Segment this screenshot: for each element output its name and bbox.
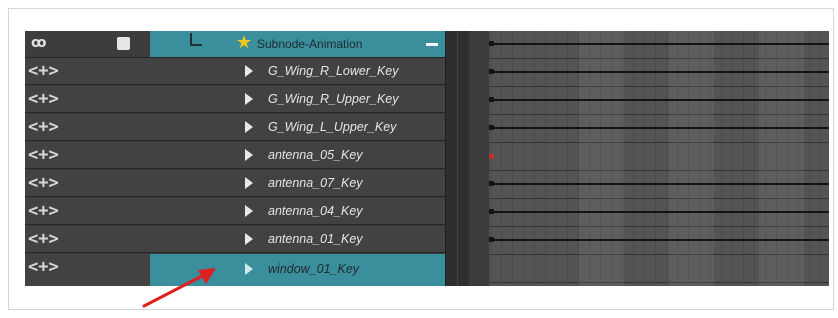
layer-row[interactable]: <+> G_Wing_L_Upper_Key [25,114,445,141]
layer-name: window_01_Key [268,262,360,276]
keyframe-track [491,183,829,185]
triangle-right-icon[interactable] [245,233,253,245]
keyframe-marker-red[interactable] [489,154,494,159]
layer-name-cell[interactable]: antenna_04_Key [150,198,445,224]
layer-nav-buttons[interactable]: <+> [28,117,59,137]
cell-shade [579,31,624,286]
layer-name: antenna_01_Key [268,232,363,246]
keyframe-track [491,71,829,73]
layer-name: G_Wing_R_Lower_Key [268,64,399,78]
splitter-line [457,31,458,286]
layer-row[interactable]: <+> antenna_01_Key [25,226,445,253]
panel-splitter[interactable] [445,31,469,286]
layer-panel: ꝏ ★ Subnode-Animation <+> G_Wing_R_Lower… [25,31,445,286]
layer-nav-buttons[interactable]: <+> [28,201,59,221]
layer-name-cell[interactable]: G_Wing_R_Upper_Key [150,86,445,112]
group-name: Subnode-Animation [257,37,363,51]
timeline-view: ꝏ ★ Subnode-Animation <+> G_Wing_R_Lower… [25,31,829,286]
layer-nav-buttons[interactable]: <+> [28,89,59,109]
triangle-right-icon[interactable] [245,65,253,77]
cell-shade [669,31,714,286]
layer-nav-buttons[interactable]: <+> [28,145,59,165]
layer-name-cell[interactable]: antenna_01_Key [150,226,445,252]
keyframe-track [491,127,829,129]
header-controls: ꝏ [25,31,150,57]
layer-name-cell[interactable]: antenna_05_Key [150,142,445,168]
layer-nav-buttons[interactable]: <+> [28,229,59,249]
layer-row[interactable]: <+> antenna_07_Key [25,170,445,197]
layer-nav-buttons[interactable]: <+> [28,173,59,193]
triangle-right-icon[interactable] [245,205,253,217]
group-header-row[interactable]: ꝏ ★ Subnode-Animation [25,31,445,58]
layer-name: antenna_07_Key [268,176,363,190]
keyframe-track [491,239,829,241]
layer-name: G_Wing_R_Upper_Key [268,92,399,106]
cell-shade [759,31,804,286]
keyframe-track [491,99,829,101]
square-toggle-icon[interactable] [117,37,130,50]
layer-nav-buttons[interactable]: <+> [28,61,59,81]
layer-nav-buttons[interactable]: <+> [28,257,59,277]
keyframe-track [491,211,829,213]
triangle-right-icon[interactable] [245,149,253,161]
minus-icon[interactable] [426,43,438,46]
group-title-cell[interactable]: ★ Subnode-Animation [150,31,445,57]
layer-name-cell[interactable]: G_Wing_R_Lower_Key [150,58,445,84]
layer-name-cell[interactable]: antenna_07_Key [150,170,445,196]
star-icon: ★ [236,32,253,53]
layer-row[interactable]: <+> G_Wing_R_Lower_Key [25,58,445,85]
keyframe-track [491,43,829,45]
first-frame-column [469,31,489,286]
layer-name-cell[interactable]: G_Wing_L_Upper_Key [150,114,445,140]
red-arrow-annotation [142,268,216,308]
triangle-right-icon[interactable] [245,93,253,105]
triangle-right-icon[interactable] [245,121,253,133]
layer-name: antenna_04_Key [268,204,363,218]
layer-row[interactable]: <+> antenna_05_Key [25,142,445,169]
layer-name: G_Wing_L_Upper_Key [268,120,397,134]
layer-row[interactable]: <+> G_Wing_R_Upper_Key [25,86,445,113]
hierarchy-elbow-icon [190,33,202,46]
layer-row[interactable]: <+> antenna_04_Key [25,198,445,225]
layer-row-selected[interactable]: <+> window_01_Key [25,254,445,286]
layer-name: antenna_05_Key [268,148,363,162]
xsheet-cells[interactable] [469,31,829,286]
triangle-right-icon[interactable] [245,177,253,189]
triangle-right-icon[interactable] [245,263,253,275]
link-icon[interactable]: ꝏ [31,34,46,52]
